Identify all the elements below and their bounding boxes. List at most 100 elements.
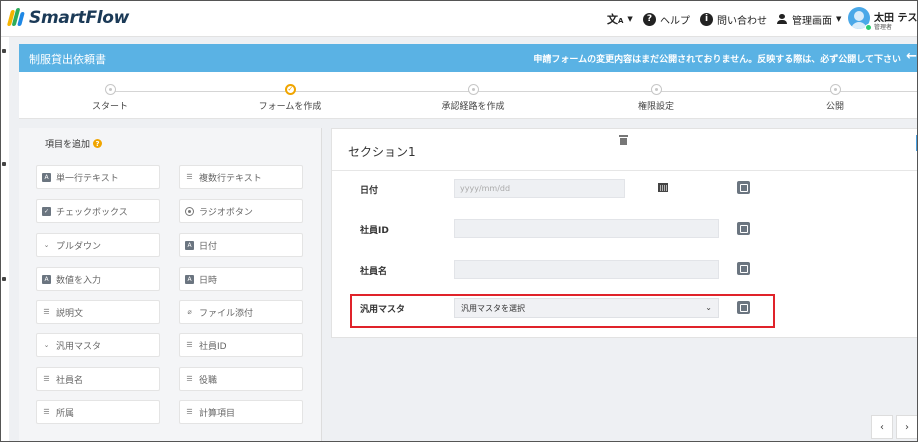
edit-field-date-button[interactable] [737, 181, 750, 194]
palette-item-generic-master[interactable]: ⌄ 汎用マスタ [36, 333, 160, 357]
employee-id-input[interactable] [454, 219, 719, 238]
lines-icon: ☰ [186, 408, 193, 416]
edit-field-employee-name-button[interactable] [737, 262, 750, 275]
palette-item-employee-id[interactable]: ☰ 社員ID [179, 333, 303, 357]
field-label-employee-name: 社員名 [360, 267, 388, 277]
left-strip [1, 37, 9, 441]
palette-item-label: 所属 [56, 408, 75, 419]
palette-item-label: 汎用マスタ [56, 341, 102, 352]
step-publish[interactable]: 公開 [780, 84, 890, 112]
translate-icon: 文A [607, 13, 624, 26]
step-check-icon [284, 84, 296, 95]
step-permissions[interactable]: 権限設定 [601, 84, 711, 112]
step-label: フォームを作成 [258, 102, 322, 112]
language-menu[interactable]: 文A ▼ [607, 1, 633, 37]
palette-item-label: 計算項目 [199, 408, 236, 419]
step-dot-icon [650, 84, 662, 95]
app-window: SmartFlow 文A ▼ ? ヘルプ i 問い合わせ 管理画面 ▼ 太田 テ… [0, 0, 918, 442]
step-dot-icon [829, 84, 841, 95]
unpublished-warning: 申請フォームの変更内容はまだ公開されておりません。反映する際は、必ず公開して下さ… [533, 55, 901, 65]
step-label: 承認経路を作成 [441, 102, 505, 112]
palette-item-label: 数値を入力 [56, 275, 102, 286]
section-title[interactable]: セクション1 [348, 143, 416, 160]
step-approval-route[interactable]: 承認経路を作成 [418, 84, 528, 112]
lines-icon: ☰ [43, 375, 50, 383]
palette-title-label: 項目を追加 [45, 140, 91, 150]
text-box-icon: A [185, 240, 194, 250]
palette-item-label: プルダウン [56, 241, 102, 252]
help-icon: ? [643, 12, 656, 26]
lines-icon: ☰ [186, 173, 193, 181]
user-role: 管理者 [874, 24, 893, 31]
text-box-icon: A [185, 274, 194, 284]
step-label: スタート [91, 102, 128, 112]
checkbox-icon: ✓ [42, 206, 51, 216]
contact-link[interactable]: i 問い合わせ [700, 1, 767, 37]
palette-item-label: 社員ID [199, 341, 227, 352]
palette-item-multi-line-text[interactable]: ☰ 複数行テキスト [179, 165, 303, 189]
palette-item-checkbox[interactable]: ✓ チェックボックス [36, 199, 160, 223]
lines-icon: ☰ [43, 408, 50, 416]
palette-item-date[interactable]: A 日付 [179, 233, 303, 257]
help-icon[interactable]: ? [93, 139, 103, 148]
palette-item-single-line-text[interactable]: A 単一行テキスト [36, 165, 160, 189]
text-box-icon: A [42, 274, 51, 284]
paperclip-icon: ⌀ [187, 308, 192, 316]
palette-item-number[interactable]: A 数値を入力 [36, 267, 160, 291]
trash-icon[interactable] [619, 135, 628, 145]
palette-item-label: 役職 [199, 375, 218, 386]
palette-item-department[interactable]: ☰ 所属 [36, 400, 160, 424]
step-label: 公開 [825, 102, 844, 112]
palette-item-datetime[interactable]: A 日時 [179, 267, 303, 291]
arrow-left-icon[interactable]: ← [906, 49, 917, 64]
help-link[interactable]: ? ヘルプ [643, 1, 690, 37]
palette-item-employee-name[interactable]: ☰ 社員名 [36, 367, 160, 391]
chevron-down-icon: ▼ [627, 15, 633, 23]
palette-item-radio[interactable]: ラジオボタン [179, 199, 303, 223]
admin-menu[interactable]: 管理画面 ▼ [777, 1, 841, 37]
highlight-box [350, 294, 775, 328]
lines-icon: ☰ [43, 308, 50, 316]
smartflow-logo[interactable]: SmartFlow [6, 8, 130, 28]
section-divider [332, 170, 917, 171]
palette-item-label: チェックボックス [56, 207, 128, 218]
logo-mark-icon [6, 8, 25, 28]
step-dot-icon [104, 84, 116, 95]
palette-title: 項目を追加 ? [45, 137, 103, 150]
top-header: SmartFlow 文A ▼ ? ヘルプ i 問い合わせ 管理画面 ▼ 太田 テ… [1, 1, 917, 37]
text-box-icon: A [42, 172, 51, 182]
info-icon: i [700, 12, 713, 26]
palette-item-label: 日付 [199, 241, 218, 252]
step-dot-icon [467, 84, 479, 95]
help-label: ヘルプ [660, 15, 690, 27]
palette-item-label: 複数行テキスト [199, 173, 262, 184]
employee-name-input[interactable] [454, 260, 719, 279]
palette-item-label: 日時 [199, 275, 218, 286]
palette-item-position[interactable]: ☰ 役職 [179, 367, 303, 391]
palette-item-description[interactable]: ☰ 説明文 [36, 300, 160, 324]
add-field-palette: 項目を追加 ? A 単一行テキスト ☰ 複数行テキスト ✓ チェックボックス ラジオボ… [19, 128, 322, 441]
chevron-down-icon: ⌄ [43, 241, 50, 249]
palette-item-file-attach[interactable]: ⌀ ファイル添付 [179, 300, 303, 324]
progress-steps: スタート フォームを作成 承認経路を作成 権限設定 公開 [19, 72, 917, 119]
form-banner: 制服貸出依頼書 申請フォームの変更内容はまだ公開されておりません。反映する際は、… [19, 44, 917, 72]
prev-page-button[interactable]: ‹ [871, 415, 893, 439]
step-start[interactable]: スタート [55, 84, 165, 112]
palette-item-calculation[interactable]: ☰ 計算項目 [179, 400, 303, 424]
calendar-icon[interactable] [658, 183, 668, 192]
palette-item-label: 説明文 [56, 308, 84, 319]
edit-field-employee-id-button[interactable] [737, 222, 750, 235]
next-page-button[interactable]: › [896, 415, 917, 439]
field-label-date: 日付 [360, 186, 379, 196]
date-input[interactable]: yyyy/mm/dd [454, 179, 625, 198]
admin-label: 管理画面 [792, 15, 832, 27]
contact-label: 問い合わせ [717, 15, 767, 27]
palette-item-pulldown[interactable]: ⌄ プルダウン [36, 233, 160, 257]
lines-icon: ☰ [186, 341, 193, 349]
user-icon [777, 14, 787, 24]
step-form[interactable]: フォームを作成 [235, 84, 345, 112]
app-name: SmartFlow [29, 8, 130, 28]
palette-item-label: ラジオボタン [199, 207, 253, 218]
online-status-dot [865, 24, 872, 31]
field-label-employee-id: 社員ID [360, 226, 389, 236]
